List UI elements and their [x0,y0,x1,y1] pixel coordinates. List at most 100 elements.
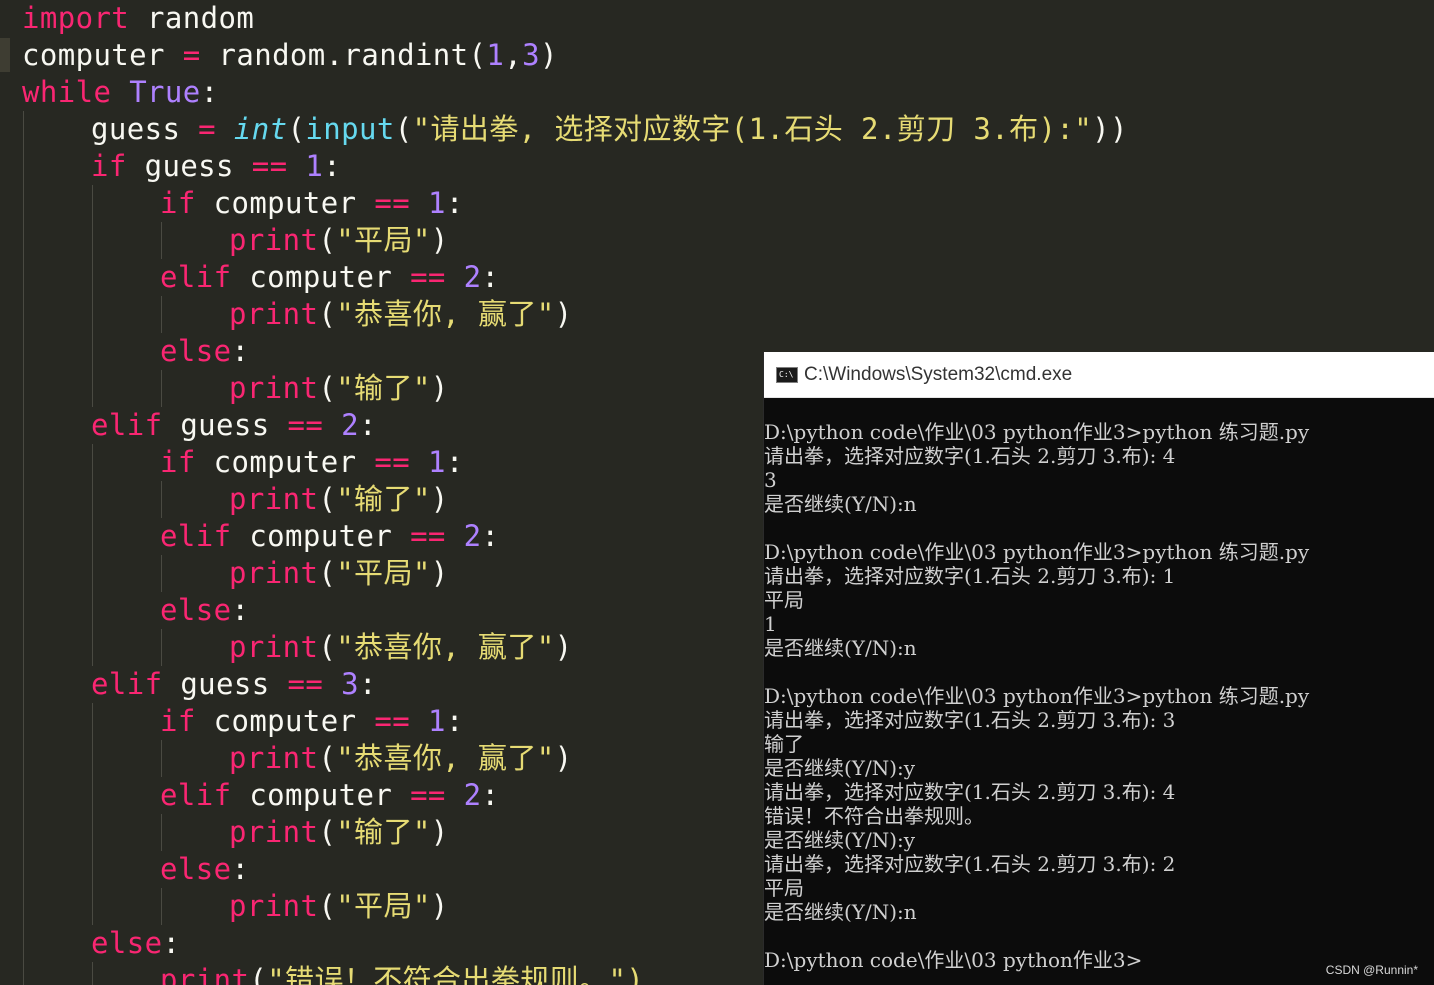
code-token: elif [91,408,163,442]
code-token: 2 [463,778,482,812]
cmd-output-line [764,660,1434,684]
code-token: == [410,519,446,553]
code-token: else [160,334,232,368]
code-token: 1 [305,149,324,183]
indent-guide [23,185,24,222]
code-line-content: print("恭喜你, 赢了") [229,296,573,333]
code-token: 3 [341,667,359,701]
code-line-content: computer = random.randint(1,3) [22,37,558,74]
code-line-content: print("输了") [229,370,449,407]
code-token: 3 [522,38,541,72]
indent-guide [23,481,24,518]
code-token: 1 [486,38,505,72]
code-line-content: print("平局") [229,222,449,259]
indent-guide [161,555,162,592]
cmd-output-line: 平局 [764,876,804,900]
cmd-output-line: 是否继续(Y/N):n [764,492,917,516]
code-line-content: else: [91,925,180,962]
indent-guide [23,407,24,444]
code-token: guess [162,667,288,701]
code-line-content: print("平局") [229,555,449,592]
cmd-output-line: 3 [764,468,777,492]
code-token: : [358,667,377,701]
code-token: ) [540,38,558,72]
indent-guide [92,814,93,851]
code-token: print [229,889,319,923]
indent-guide [23,518,24,555]
code-token: else [91,926,163,960]
code-token: elif [160,519,232,553]
watermark: CSDN @Runnin* [1325,963,1418,977]
indent-guide [92,777,93,814]
code-token: computer [231,519,411,553]
indent-guide [92,518,93,555]
code-token: computer [231,260,411,294]
cmd-output-line: 请出拳，选择对应数字(1.石头 2.剪刀 3.布): 4 [764,780,1176,804]
code-token: "恭喜你, 赢了" [336,741,555,775]
cmd-output: D:\python code\作业\03 python作业3>python 练习… [764,398,1434,972]
terminal-icon: C:\ [776,366,798,383]
code-token: "恭喜你, 赢了" [336,297,555,331]
indent-guide [23,851,24,888]
cmd-output-line: D:\python code\作业\03 python作业3>python 练习… [764,684,1310,708]
code-token: : [162,926,181,960]
code-token: computer [22,38,183,72]
code-token: computer [195,445,375,479]
indent-guide [92,444,93,481]
indent-guide [161,481,162,518]
code-token: : [481,778,500,812]
cmd-titlebar[interactable]: C:\ C:\Windows\System32\cmd.exe [764,352,1434,398]
code-token: ( [318,482,337,516]
code-token: print [229,223,319,257]
code-token: elif [91,667,163,701]
indent-guide [92,962,93,985]
code-line-content: elif computer == 2: [160,259,499,296]
code-token: == [374,704,411,738]
cmd-output-line: 错误！不符合出拳规则。 [764,804,984,828]
code-token: ) [430,815,449,849]
code-token: : [481,519,500,553]
indent-guide [92,703,93,740]
code-token: else [160,593,232,627]
code-token: ) [430,556,449,590]
code-token: 1 [427,445,446,479]
cmd-output-line: 1 [764,612,777,636]
code-token: print [229,297,319,331]
indent-guide [23,629,24,666]
code-token: random.randint( [200,38,487,72]
code-line-content: elif computer == 2: [160,518,499,555]
code-token: True [129,75,201,109]
code-token: ) [554,741,573,775]
code-token: print [229,815,319,849]
indent-guide [92,592,93,629]
indent-guide [23,111,24,148]
cmd-output-line: 请出拳，选择对应数字(1.石头 2.剪刀 3.布): 2 [764,852,1176,876]
indent-guide [161,296,162,333]
code-token: guess [126,149,252,183]
code-token: elif [160,778,232,812]
code-token: computer [195,186,375,220]
code-line-content: if guess == 1: [91,148,341,185]
code-token: int [233,112,288,146]
indent-guide [23,925,24,962]
code-token: computer [195,704,375,738]
code-token: == [410,260,446,294]
indent-guide [23,222,24,259]
code-token: "平局" [336,223,431,257]
cmd-window[interactable]: C:\ C:\Windows\System32\cmd.exe D:\pytho… [763,352,1434,985]
code-token: ( [318,297,337,331]
code-token: = [182,38,201,72]
code-token: == [410,778,446,812]
code-token: ( [318,815,337,849]
code-token: ( [318,889,337,923]
code-token: 2 [341,408,359,442]
indent-guide [23,666,24,703]
